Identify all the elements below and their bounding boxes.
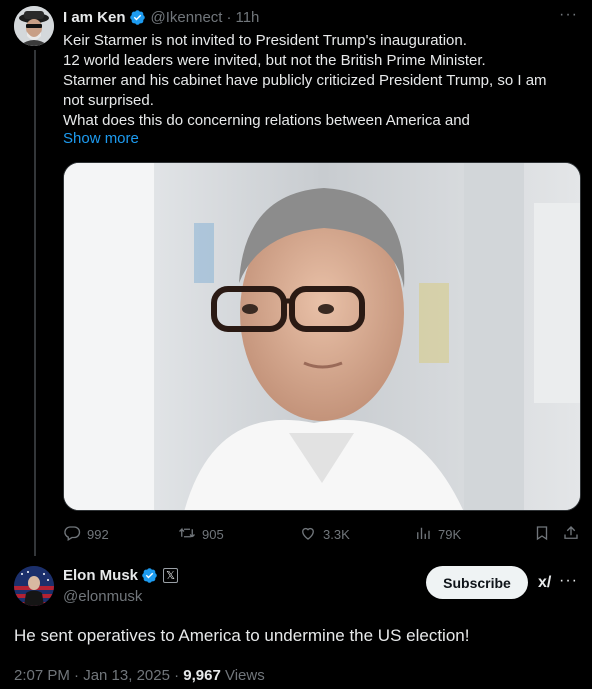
- parent-tweet[interactable]: I am Ken @Ikennect · 11h ··· Keir Starme…: [0, 0, 592, 558]
- tweet-timestamp[interactable]: 2:07 PM · Jan 13, 2025 ·: [14, 667, 183, 684]
- author-handle[interactable]: @elonmusk: [63, 588, 142, 605]
- tweet-line: 12 world leaders were invited, but not t…: [63, 52, 486, 69]
- tweet-line: Starmer and his cabinet have publicly cr…: [63, 72, 547, 89]
- more-icon[interactable]: ···: [559, 6, 578, 24]
- main-tweet-text: He sent operatives to America to undermi…: [14, 626, 470, 645]
- tweet-line: Keir Starmer is not invited to President…: [63, 32, 467, 49]
- portrait-photo: [64, 163, 580, 510]
- reply-icon: [63, 524, 81, 545]
- reply-button[interactable]: 992: [63, 524, 109, 545]
- tweet-meta: 2:07 PM · Jan 13, 2025 · 9,967 Views: [14, 667, 265, 684]
- parent-tweet-text: Keir Starmer is not invited to President…: [63, 31, 578, 131]
- verified-badge-icon: [129, 9, 146, 26]
- main-tweet-header: Elon Musk 𝕏: [63, 567, 179, 584]
- repost-icon: [178, 524, 196, 545]
- share-icon: [562, 524, 580, 545]
- tweet-photo[interactable]: [63, 162, 581, 511]
- like-icon: [299, 524, 317, 545]
- views-label: Views: [220, 667, 265, 684]
- bookmark-button[interactable]: [533, 524, 551, 545]
- views-icon: [414, 524, 432, 545]
- parent-tweet-actions: 992 905 3.3K 79K: [63, 524, 581, 544]
- views-count: 9,967: [183, 667, 221, 684]
- tweet-line: What does this do concerning relations b…: [63, 112, 470, 129]
- bookmark-icon: [533, 524, 551, 545]
- tweet-line: not surprised.: [63, 92, 154, 109]
- grok-icon[interactable]: x/: [538, 574, 551, 592]
- avatar-elon[interactable]: [14, 566, 54, 606]
- like-button[interactable]: 3.3K: [299, 524, 350, 545]
- tweet-time[interactable]: 11h: [235, 9, 259, 26]
- author-name[interactable]: I am Ken: [63, 9, 126, 26]
- verified-badge-icon: [141, 567, 158, 584]
- share-button[interactable]: [562, 524, 580, 545]
- x-affiliate-badge-icon[interactable]: 𝕏: [163, 568, 179, 583]
- avatar-ken[interactable]: [14, 6, 54, 46]
- author-name[interactable]: Elon Musk: [63, 567, 138, 584]
- author-handle[interactable]: @Ikennect: [151, 9, 223, 26]
- repost-count: 905: [202, 527, 224, 542]
- views-button[interactable]: 79K: [414, 524, 461, 545]
- show-more-link[interactable]: Show more: [63, 130, 139, 147]
- main-tweet: Elon Musk 𝕏 @elonmusk Subscribe x/ ··· H…: [0, 556, 592, 689]
- more-icon[interactable]: ···: [559, 572, 578, 590]
- thread-connector-line: [34, 50, 36, 558]
- subscribe-button[interactable]: Subscribe: [426, 566, 528, 599]
- views-count: 79K: [438, 527, 462, 542]
- separator-dot: ·: [226, 9, 232, 26]
- reply-count: 992: [87, 527, 109, 542]
- repost-button[interactable]: 905: [178, 524, 224, 545]
- like-count: 3.3K: [323, 527, 350, 542]
- parent-tweet-header: I am Ken @Ikennect · 11h: [63, 9, 259, 26]
